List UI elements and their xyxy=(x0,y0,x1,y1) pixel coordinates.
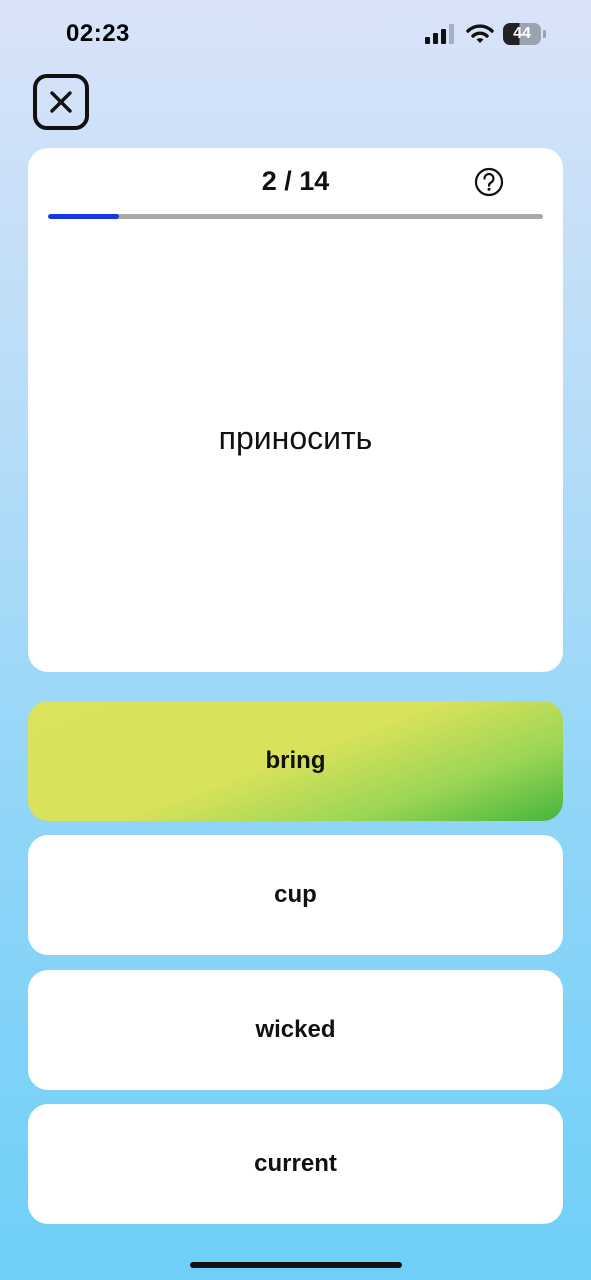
question-word: приносить xyxy=(218,420,373,456)
status-bar: 02:23 44 xyxy=(0,0,591,70)
progress-fill xyxy=(48,214,119,219)
signal-icon xyxy=(425,24,454,44)
answer-option-current[interactable]: current xyxy=(28,1104,563,1224)
status-time: 02:23 xyxy=(66,20,130,47)
wifi-icon xyxy=(466,24,494,43)
question-card xyxy=(28,148,563,672)
answer-label: wicked xyxy=(255,1016,336,1043)
answer-label: bring xyxy=(265,747,326,774)
help-button[interactable] xyxy=(474,167,504,197)
answer-option-bring[interactable]: bring xyxy=(28,701,563,821)
battery-level: 44 xyxy=(513,25,531,42)
answer-option-wicked[interactable]: wicked xyxy=(28,970,563,1090)
close-button[interactable] xyxy=(33,74,89,130)
progress-bar xyxy=(48,214,543,219)
battery-tip xyxy=(543,30,546,38)
close-icon xyxy=(50,91,72,113)
answer-label: current xyxy=(254,1150,337,1177)
question-mark-icon xyxy=(474,167,504,197)
home-indicator[interactable] xyxy=(190,1262,402,1268)
answer-option-cup[interactable]: cup xyxy=(28,835,563,955)
battery-icon: 44 xyxy=(503,23,547,45)
answer-label: cup xyxy=(274,881,317,908)
